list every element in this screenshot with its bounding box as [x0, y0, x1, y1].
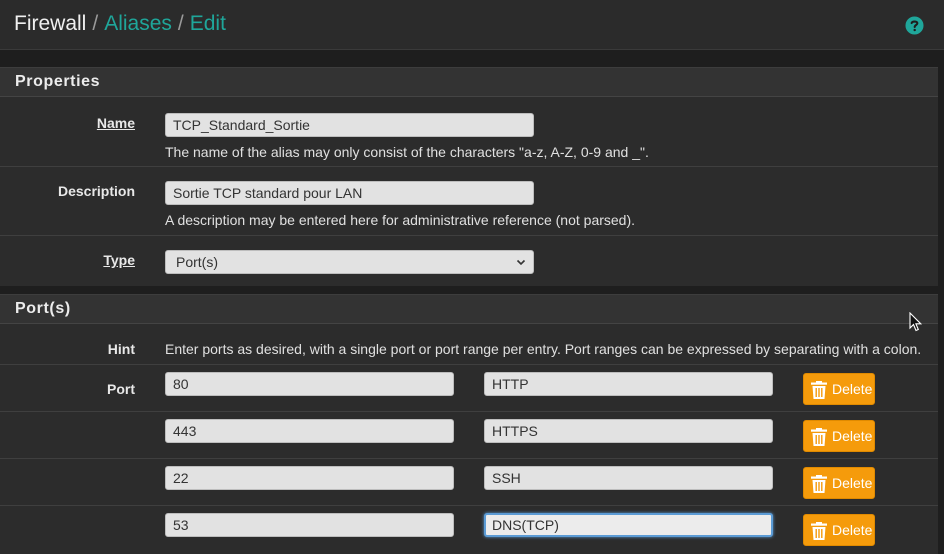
description-help-text: A description may be entered here for ad… — [165, 212, 636, 228]
delete-label: Delete — [832, 475, 873, 491]
delete-button[interactable]: Delete — [803, 467, 875, 499]
ports-panel: Port(s) Hint Enter ports as desired, wit… — [0, 294, 938, 554]
delete-button[interactable]: Delete — [803, 514, 875, 546]
delete-label: Delete — [832, 381, 873, 397]
ports-title: Port(s) — [15, 300, 71, 317]
properties-title: Properties — [15, 73, 101, 90]
trash-icon — [811, 381, 827, 399]
port-row: 53 DNS(TCP) Delete — [0, 506, 938, 554]
description-input[interactable]: Sortie TCP standard pour LAN — [165, 181, 534, 205]
type-label: Type — [103, 252, 135, 268]
properties-panel-heading: Properties — [0, 68, 938, 97]
breadcrumb-edit-link[interactable]: Edit — [190, 12, 226, 35]
hint-text: Enter ports as desired, with a single po… — [165, 341, 922, 357]
name-input[interactable]: TCP_Standard_Sortie — [165, 113, 534, 137]
name-row: Name TCP_Standard_Sortie The name of the… — [0, 98, 938, 167]
ports-panel-heading: Port(s) — [0, 295, 938, 324]
name-help-text: The name of the alias may only consist o… — [165, 144, 649, 160]
breadcrumb-separator: / — [177, 12, 184, 35]
port-description-input[interactable]: HTTP — [484, 372, 773, 396]
breadcrumb-aliases-link[interactable]: Aliases — [104, 12, 172, 35]
description-row: Description Sortie TCP standard pour LAN… — [0, 167, 938, 236]
delete-button[interactable]: Delete — [803, 420, 875, 452]
type-row: Type Port(s) — [0, 236, 938, 286]
type-select-value: Port(s) — [176, 254, 218, 270]
port-input[interactable]: 443 — [165, 419, 454, 443]
port-input[interactable]: 22 — [165, 466, 454, 490]
port-description-input[interactable]: DNS(TCP) — [484, 513, 773, 537]
port-label: Port — [107, 381, 135, 397]
hint-label: Hint — [107, 341, 135, 357]
hint-row: Hint Enter ports as desired, with a sing… — [0, 325, 938, 365]
port-row: 443 HTTPS Delete — [0, 412, 938, 459]
mouse-cursor-icon — [909, 312, 923, 332]
help-icon[interactable] — [905, 16, 924, 35]
port-description-input[interactable]: SSH — [484, 466, 773, 490]
port-row: Port 80 HTTP Delete — [0, 365, 938, 412]
breadcrumb: Firewall / Aliases / Edit — [14, 11, 226, 37]
delete-label: Delete — [832, 428, 873, 444]
properties-panel: Properties Name TCP_Standard_Sortie The … — [0, 67, 938, 286]
delete-button[interactable]: Delete — [803, 373, 875, 405]
chevron-down-icon — [516, 259, 526, 266]
port-description-input[interactable]: HTTPS — [484, 419, 773, 443]
page-header: Firewall / Aliases / Edit — [0, 0, 944, 50]
trash-icon — [811, 428, 827, 446]
trash-icon — [811, 475, 827, 493]
breadcrumb-firewall: Firewall — [14, 12, 87, 35]
type-select[interactable]: Port(s) — [165, 250, 534, 274]
delete-label: Delete — [832, 522, 873, 538]
port-row: 22 SSH Delete — [0, 459, 938, 506]
breadcrumb-separator: / — [92, 12, 99, 35]
port-input[interactable]: 80 — [165, 372, 454, 396]
trash-icon — [811, 522, 827, 540]
description-label: Description — [57, 183, 135, 199]
port-input[interactable]: 53 — [165, 513, 454, 537]
name-label: Name — [96, 115, 135, 131]
